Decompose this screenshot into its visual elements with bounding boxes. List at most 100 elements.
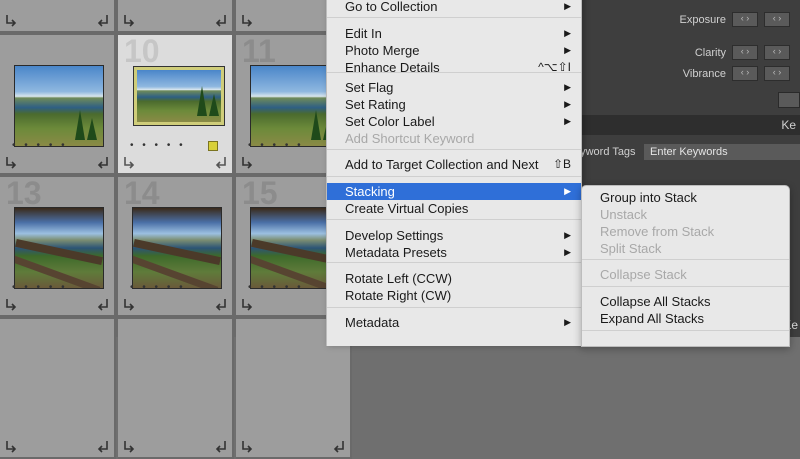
clarity-row: Clarity ‹ › ‹ › xyxy=(695,45,790,60)
rating-dots[interactable]: • • • • • xyxy=(12,140,68,151)
menu-item-add-to-target-collection-and-next[interactable]: Add to Target Collection and Next ⇧B xyxy=(327,156,581,173)
menu-item-label: Add Shortcut Keyword xyxy=(345,131,475,146)
virtual-copy-icon[interactable] xyxy=(122,13,136,27)
reset-button[interactable] xyxy=(778,92,800,108)
virtual-copy-icon[interactable] xyxy=(4,439,18,453)
menu-item-create-virtual-copies[interactable]: Create Virtual Copies xyxy=(327,200,581,217)
menu-item-set-flag[interactable]: Set Flag ▶ xyxy=(327,79,581,96)
virtual-copy-icon[interactable] xyxy=(240,155,254,169)
menu-item-photo-merge[interactable]: Photo Merge ▶ xyxy=(327,42,581,59)
rating-dots[interactable]: • • • • • xyxy=(130,140,186,151)
rotate-icon[interactable] xyxy=(214,13,228,27)
cell-index-number: 14 xyxy=(124,177,160,211)
submenu-item-label: Group into Stack xyxy=(600,190,697,205)
rating-dots[interactable]: • • • • • xyxy=(12,282,68,293)
keyword-tags-label: eyword Tags xyxy=(574,146,636,158)
menu-item-metadata[interactable]: Metadata ▶ xyxy=(327,314,581,331)
submenu-item-group-into-stack[interactable]: Group into Stack xyxy=(582,189,789,206)
menu-item-set-rating[interactable]: Set Rating ▶ xyxy=(327,96,581,113)
menu-item-edit-in[interactable]: Edit In ▶ xyxy=(327,25,581,42)
virtual-copy-icon[interactable] xyxy=(122,297,136,311)
grid-cell[interactable] xyxy=(118,0,234,33)
menu-item-label: Go to Collection xyxy=(345,0,438,14)
cell-index-number: 15 xyxy=(242,177,278,211)
vibrance-decrease-button[interactable]: ‹ › xyxy=(732,66,758,81)
menu-item-metadata-presets[interactable]: Metadata Presets ▶ xyxy=(327,244,581,261)
rotate-icon[interactable] xyxy=(214,297,228,311)
clarity-decrease-button[interactable]: ‹ › xyxy=(732,45,758,60)
clarity-increase-button[interactable]: ‹ › xyxy=(764,45,790,60)
rotate-icon[interactable] xyxy=(96,155,110,169)
submenu-arrow-icon: ▶ xyxy=(564,186,571,196)
menu-item-develop-settings[interactable]: Develop Settings ▶ xyxy=(327,227,581,244)
exposure-increase-button[interactable]: ‹ › xyxy=(764,12,790,27)
menu-item-add-shortcut-keyword: Add Shortcut Keyword xyxy=(327,130,581,147)
exposure-row: Exposure ‹ › ‹ › xyxy=(680,12,790,27)
context-menu: Go to Collection ▶ Edit In ▶ Photo Merge ▶ Enh… xyxy=(326,0,582,346)
vibrance-increase-button[interactable]: ‹ › xyxy=(764,66,790,81)
submenu-item-expand-all-stacks[interactable]: Expand All Stacks xyxy=(582,310,789,327)
menu-item-stacking[interactable]: Stacking ▶ xyxy=(327,183,581,200)
menu-item-label: Photo Merge xyxy=(345,43,420,58)
submenu-arrow-icon: ▶ xyxy=(564,230,571,240)
exposure-decrease-button[interactable]: ‹ › xyxy=(732,12,758,27)
menu-separator xyxy=(582,286,789,287)
virtual-copy-icon[interactable] xyxy=(240,13,254,27)
photo-thumbnail[interactable] xyxy=(133,66,225,126)
menu-separator xyxy=(327,176,581,177)
menu-item-rotate-left-ccw[interactable]: Rotate Left (CCW) xyxy=(327,270,581,287)
menu-item-label: Set Color Label xyxy=(345,114,435,129)
menu-item-label: Metadata Presets xyxy=(345,245,447,260)
menu-item-label: Develop Settings xyxy=(345,228,444,243)
virtual-copy-icon[interactable] xyxy=(122,155,136,169)
grid-cell[interactable]: • • • • • xyxy=(0,35,116,175)
grid-cell[interactable] xyxy=(118,319,234,459)
menu-item-enhance-details[interactable]: Enhance Details ^⌥⇧I xyxy=(327,59,581,76)
menu-separator xyxy=(582,330,789,331)
keywording-header[interactable]: Ke xyxy=(578,115,800,135)
virtual-copy-icon[interactable] xyxy=(4,297,18,311)
rotate-icon[interactable] xyxy=(214,439,228,453)
photo-thumbnail[interactable] xyxy=(132,207,222,289)
rotate-icon[interactable] xyxy=(214,155,228,169)
grid-cell[interactable] xyxy=(0,319,116,459)
menu-item-go-to-collection[interactable]: Go to Collection ▶ xyxy=(327,0,581,15)
rating-dots[interactable]: • • • • • xyxy=(248,282,304,293)
menu-separator xyxy=(327,219,581,220)
submenu-item-remove-from-stack: Remove from Stack xyxy=(582,223,789,240)
virtual-copy-icon[interactable] xyxy=(122,439,136,453)
virtual-copy-icon[interactable] xyxy=(4,13,18,27)
menu-item-rotate-right-cw[interactable]: Rotate Right (CW) xyxy=(327,287,581,304)
grid-cell[interactable] xyxy=(0,0,116,33)
color-label-swatch[interactable] xyxy=(208,141,218,151)
menu-item-set-color-label[interactable]: Set Color Label ▶ xyxy=(327,113,581,130)
submenu-item-label: Collapse All Stacks xyxy=(600,294,711,309)
photo-thumbnail[interactable] xyxy=(14,207,104,289)
rating-dots[interactable]: • • • • • xyxy=(130,282,186,293)
virtual-copy-icon[interactable] xyxy=(4,155,18,169)
menu-item-shortcut: ^⌥⇧I xyxy=(538,60,571,74)
photo-thumbnail[interactable] xyxy=(14,65,104,147)
keyword-tags-select[interactable]: Enter Keywords xyxy=(644,144,800,160)
rating-dots[interactable]: • • • • • xyxy=(248,140,304,151)
stacking-submenu: Group into Stack Unstack Remove from Stack… xyxy=(581,185,790,347)
grid-cell[interactable]: 14 • • • • • xyxy=(118,177,234,317)
menu-item-label: Enhance Details xyxy=(345,60,440,75)
rotate-icon[interactable] xyxy=(96,13,110,27)
grid-cell[interactable]: 10 • • • • • xyxy=(118,35,234,175)
menu-item-shortcut: ⇧B xyxy=(552,157,571,171)
cell-index-number: 10 xyxy=(124,35,160,69)
grid-cell[interactable]: 13 • • • • • xyxy=(0,177,116,317)
clarity-label: Clarity xyxy=(694,46,726,59)
virtual-copy-icon[interactable] xyxy=(240,297,254,311)
submenu-item-label: Split Stack xyxy=(600,241,662,256)
menu-separator xyxy=(327,262,581,263)
rotate-icon[interactable] xyxy=(332,439,346,453)
submenu-arrow-icon: ▶ xyxy=(564,1,571,11)
rotate-icon[interactable] xyxy=(96,439,110,453)
menu-item-label: Add to Target Collection and Next xyxy=(345,157,539,172)
rotate-icon[interactable] xyxy=(96,297,110,311)
virtual-copy-icon[interactable] xyxy=(240,439,254,453)
submenu-item-collapse-all-stacks[interactable]: Collapse All Stacks xyxy=(582,293,789,310)
cell-index-number: 13 xyxy=(6,177,42,211)
